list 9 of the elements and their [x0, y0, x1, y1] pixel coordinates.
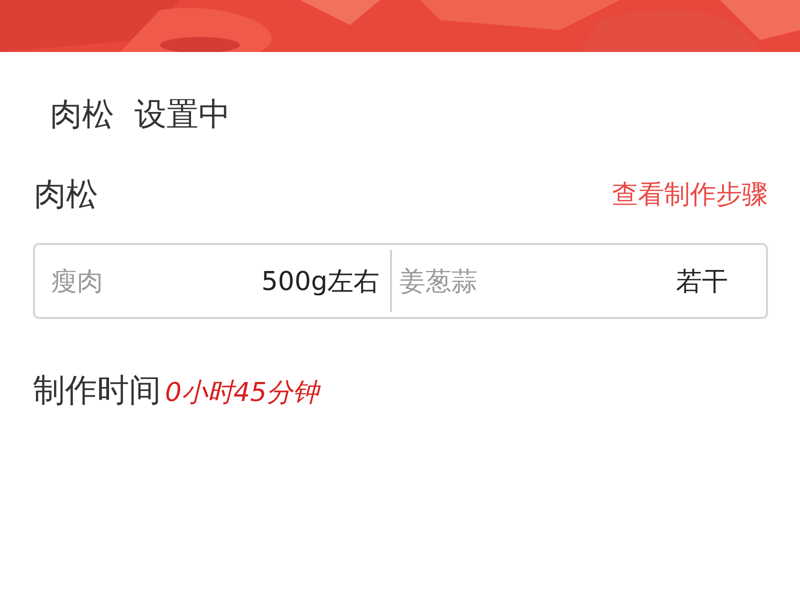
steps-link[interactable]: 查看制作步骤 — [612, 176, 768, 212]
time-value: 0小时45分钟 — [165, 377, 319, 410]
page-title: 肉松 设置中 — [50, 94, 232, 135]
recipe-name: 肉松 — [34, 174, 98, 215]
ingredient-name: 瘦肉 — [51, 266, 103, 298]
time-label: 制作时间 — [33, 370, 161, 411]
ingredient-amount: 若干 — [676, 266, 728, 298]
ingredient-name: 姜葱蒜 — [400, 266, 478, 298]
ingredient-amount: 500g左右 — [261, 266, 380, 298]
